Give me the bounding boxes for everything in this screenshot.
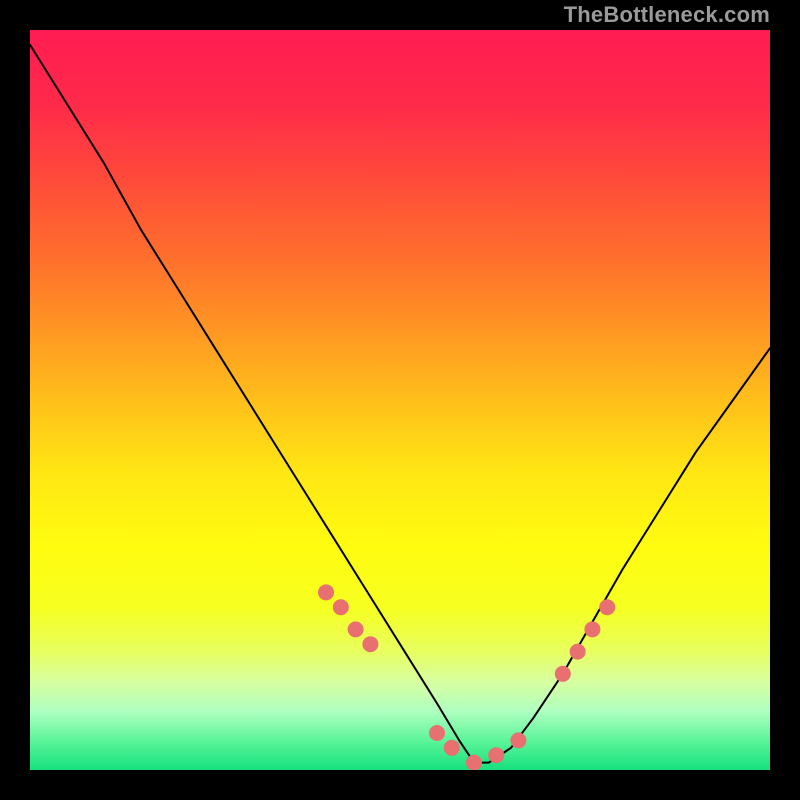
data-point: [584, 621, 600, 637]
data-point: [555, 666, 571, 682]
data-point: [599, 599, 615, 615]
data-point: [570, 644, 586, 660]
watermark-text: TheBottleneck.com: [564, 4, 770, 26]
data-point: [510, 732, 526, 748]
data-point: [348, 621, 364, 637]
data-point: [429, 725, 445, 741]
data-point: [466, 755, 482, 770]
data-point: [444, 740, 460, 756]
curve-overlay: [30, 30, 770, 770]
chart-area: [30, 30, 770, 770]
data-point: [318, 584, 334, 600]
bottleneck-curve: [30, 45, 770, 763]
data-points: [318, 584, 615, 770]
data-point: [362, 636, 378, 652]
data-point: [488, 747, 504, 763]
data-point: [333, 599, 349, 615]
